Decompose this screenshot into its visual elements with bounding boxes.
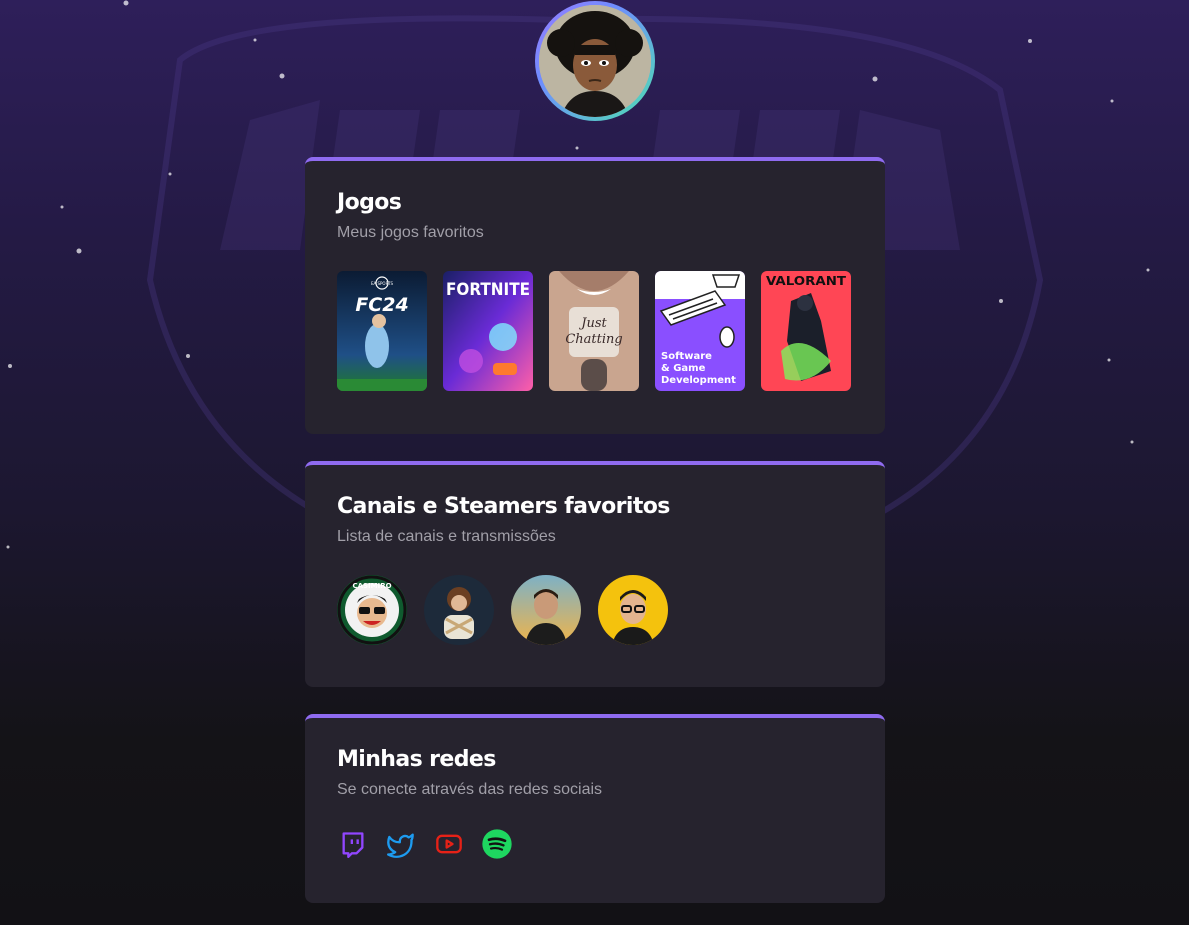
just-chatting-label: Just <box>578 316 607 331</box>
social-list <box>337 828 853 860</box>
social-card: Minhas redes Se conecte através das rede… <box>305 714 885 903</box>
software-line3: Development <box>661 375 736 386</box>
profile-avatar <box>535 1 655 121</box>
fc24-logo: FC24 <box>355 294 408 316</box>
game-software-dev[interactable]: Software & Game Development <box>655 271 745 391</box>
game-fc24[interactable]: EA SPORTS FC24 <box>337 271 427 391</box>
streamers-subtitle: Lista de canais e transmissões <box>337 528 556 545</box>
valorant-logo: VALORANT <box>766 274 847 288</box>
profile-avatar-image <box>539 5 651 117</box>
streamer-casimiro[interactable]: CASIMIRO <box>337 575 407 645</box>
software-line1: Software <box>661 351 712 362</box>
games-card: Jogos Meus jogos favoritos EA SPORTS FC2… <box>305 157 885 434</box>
games-list: EA SPORTS FC24 FORTNITE Just Chatting So… <box>337 271 853 391</box>
game-fortnite[interactable]: FORTNITE <box>443 271 533 391</box>
software-line2: & Game <box>661 363 706 374</box>
svg-text:Chatting: Chatting <box>565 332 622 347</box>
games-title: Jogos <box>337 190 402 215</box>
fortnite-logo: FORTNITE <box>446 280 530 300</box>
youtube-icon[interactable] <box>433 828 465 860</box>
streamers-title: Canais e Steamers favoritos <box>337 494 670 519</box>
games-subtitle: Meus jogos favoritos <box>337 224 484 241</box>
streamers-card: Canais e Steamers favoritos Lista de can… <box>305 461 885 687</box>
social-title: Minhas redes <box>337 747 496 772</box>
game-valorant[interactable]: VALORANT <box>761 271 851 391</box>
spotify-icon[interactable] <box>481 828 513 860</box>
streamer-2[interactable] <box>424 575 494 645</box>
casimiro-ring-text: CASIMIRO <box>352 582 391 590</box>
game-just-chatting[interactable]: Just Chatting <box>549 271 639 391</box>
twitch-icon[interactable] <box>337 828 369 860</box>
social-subtitle: Se conecte através das redes sociais <box>337 781 603 798</box>
twitter-icon[interactable] <box>385 828 417 860</box>
streamer-3[interactable] <box>511 575 581 645</box>
streamers-list: CASIMIRO <box>337 575 853 645</box>
fc24-badge: EA SPORTS <box>371 281 394 286</box>
streamer-4[interactable] <box>598 575 668 645</box>
